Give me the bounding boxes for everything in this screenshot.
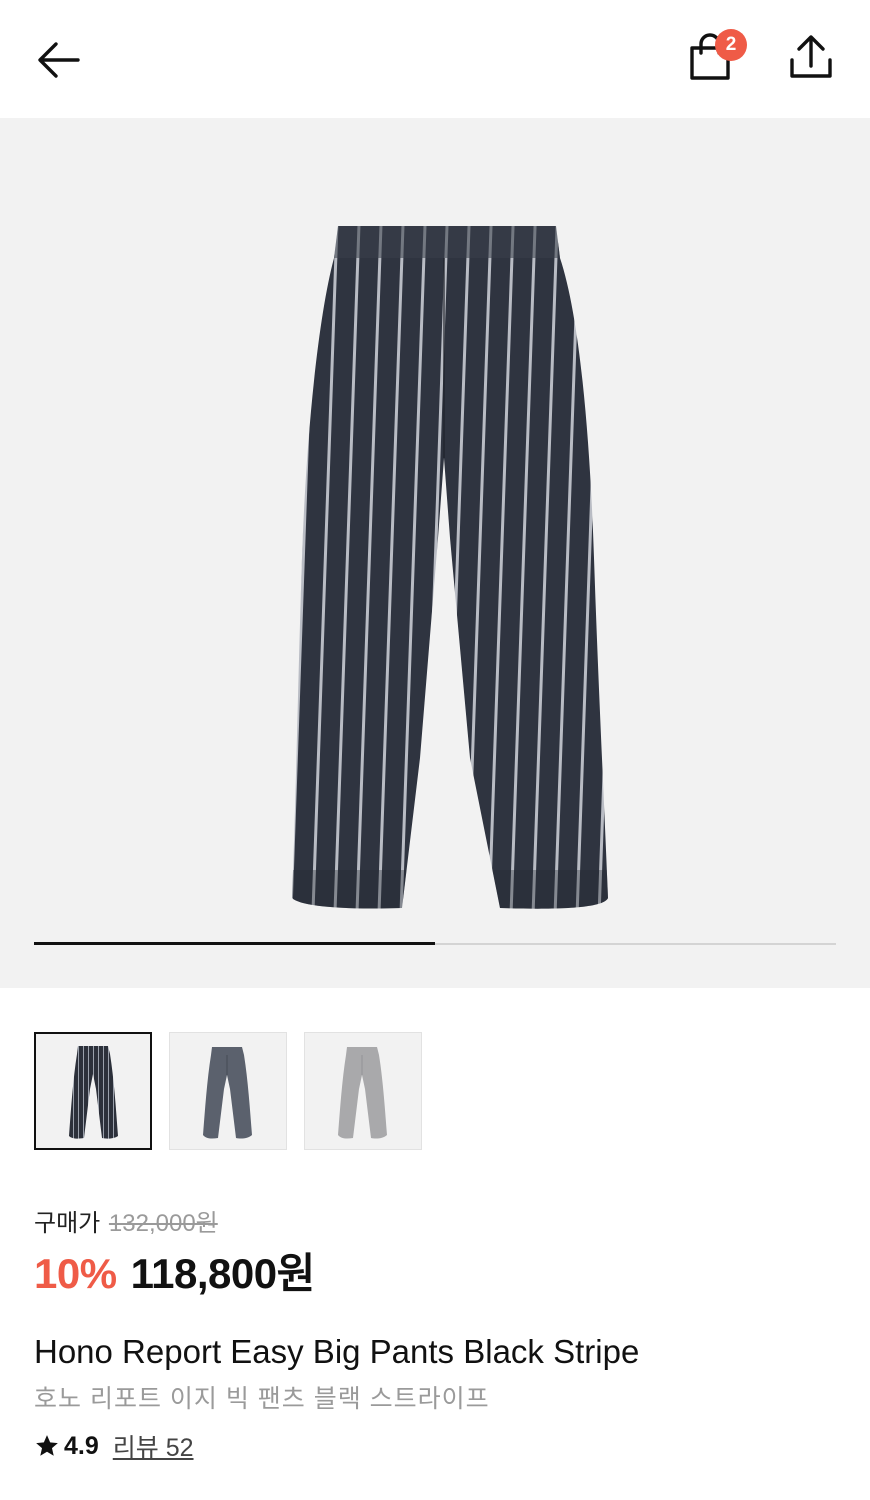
review-count-link[interactable]: 리뷰 52 <box>113 1428 194 1464</box>
thumbnail-charcoal[interactable] <box>169 1032 287 1150</box>
gallery-progress-track <box>34 942 836 945</box>
thumbnail-pants-image <box>69 1046 118 1139</box>
product-name-english: Hono Report Easy Big Pants Black Stripe <box>34 1333 640 1370</box>
star-icon <box>36 1435 58 1456</box>
price-label: 구매가 <box>34 1210 101 1237</box>
thumbnail-pants-image <box>203 1047 252 1139</box>
top-app-bar: 2 <box>0 0 870 118</box>
product-name-korean: 호노 리포트 이지 빅 팬츠 블랙 스트라이프 <box>34 1385 490 1413</box>
back-button[interactable] <box>34 34 86 86</box>
thumbnail-black-stripe[interactable] <box>34 1032 152 1150</box>
discount-rate: 10% <box>34 1250 117 1297</box>
sale-price-row: 10% 118,800원 <box>34 1240 315 1301</box>
thumbnail-light-gray[interactable] <box>304 1032 422 1150</box>
gallery-progress-fill <box>34 942 435 945</box>
rating-score: 4.9 <box>64 1431 99 1460</box>
price-label-row: 구매가 132,000원 <box>34 1203 218 1238</box>
thumbnail-pants-image <box>338 1047 387 1139</box>
cart-count-badge: 2 <box>715 29 747 61</box>
share-button[interactable] <box>786 32 836 84</box>
share-upload-icon <box>790 35 832 78</box>
pants-product-photo[interactable] <box>0 118 870 988</box>
arrow-left-icon <box>38 42 80 78</box>
rating-row: 4.9 리뷰 52 <box>34 1428 194 1464</box>
final-price: 118,800원 <box>130 1250 316 1297</box>
original-price: 132,000원 <box>108 1210 218 1237</box>
product-image-gallery[interactable] <box>0 118 870 988</box>
